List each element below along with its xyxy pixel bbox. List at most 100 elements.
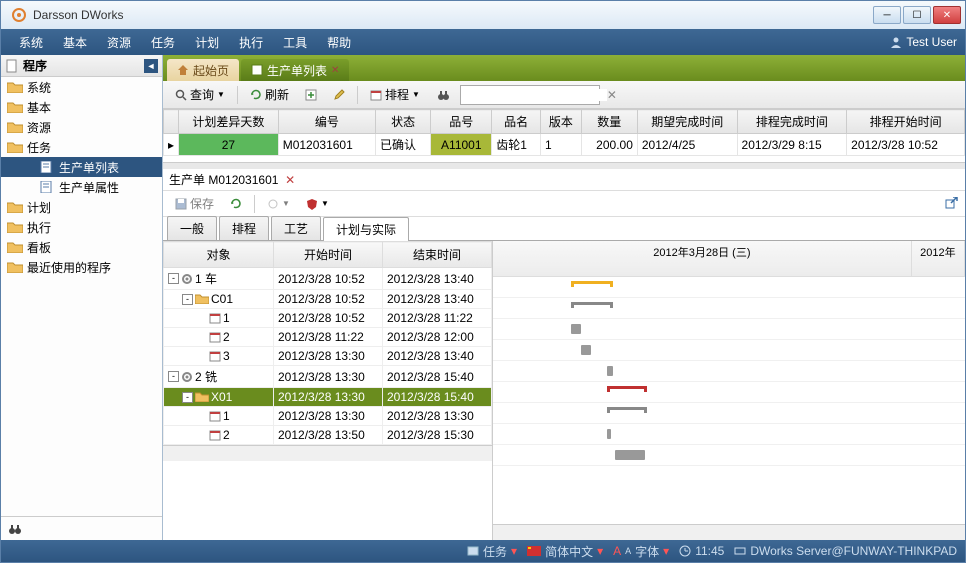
detail-row[interactable]: 22012/3/28 13:502012/3/28 15:30 <box>164 426 492 445</box>
nav-item[interactable]: 系统 <box>1 77 162 97</box>
folder-icon <box>7 101 23 113</box>
status-task[interactable]: 任务 ▾ <box>467 543 517 560</box>
minimize-button[interactable]: ─ <box>873 6 901 24</box>
search-icon <box>175 89 187 101</box>
status-lang[interactable]: 简体中文 ▾ <box>527 543 603 560</box>
detail-row[interactable]: 12012/3/28 10:522012/3/28 11:22 <box>164 309 492 328</box>
filter-button[interactable] <box>430 86 456 104</box>
nav-item[interactable]: 计划 <box>1 197 162 217</box>
clear-icon[interactable]: ✕ <box>607 88 617 102</box>
detail-close-icon[interactable]: ✕ <box>285 173 295 187</box>
tree-toggle[interactable]: - <box>168 273 179 284</box>
gantt-bar[interactable] <box>571 281 613 287</box>
action-dropdown[interactable]: ▼ <box>261 196 296 212</box>
doc-icon <box>5 59 19 73</box>
tree-toggle[interactable]: - <box>168 371 179 382</box>
gantt-row <box>493 403 965 424</box>
gear-icon <box>181 273 193 285</box>
gantt-header: 2012年3月28日 (三) 2012年 <box>493 241 965 277</box>
subtab-schedule[interactable]: 排程 <box>219 216 269 240</box>
tab-home[interactable]: 起始页 <box>167 59 239 81</box>
save-button[interactable]: 保存 <box>169 193 220 214</box>
gantt-bar[interactable] <box>607 386 647 392</box>
gantt-bar[interactable] <box>571 324 581 334</box>
menu-resource[interactable]: 资源 <box>97 30 141 55</box>
tree-toggle[interactable]: - <box>182 392 193 403</box>
detail-row[interactable]: -1 车2012/3/28 10:522012/3/28 13:40 <box>164 268 492 290</box>
detail-row[interactable]: -X012012/3/28 13:302012/3/28 15:40 <box>164 388 492 407</box>
edit-button[interactable] <box>327 87 351 103</box>
gantt-bar[interactable] <box>607 429 611 439</box>
status-font[interactable]: AA 字体 ▾ <box>613 543 669 560</box>
tab-order-list[interactable]: 生产单列表 ✕ <box>241 59 349 81</box>
folder-icon <box>7 241 23 253</box>
search-input[interactable] <box>465 89 607 101</box>
menu-basic[interactable]: 基本 <box>53 30 97 55</box>
grid-row[interactable]: ▸ 27 M012031601 已确认 A11001 齿轮1 1 200.00 … <box>164 134 965 156</box>
user-info[interactable]: Test User <box>890 35 957 49</box>
gantt-body[interactable] <box>493 277 965 524</box>
app-window: Darsson DWorks ─ ☐ ✕ 系统 基本 资源 任务 计划 执行 工… <box>0 0 966 563</box>
new-button[interactable] <box>299 87 323 103</box>
shield-button[interactable]: ▼ <box>300 196 335 212</box>
nav-item[interactable]: 资源 <box>1 117 162 137</box>
h-scrollbar[interactable] <box>163 445 492 461</box>
dropdown-icon: ▼ <box>412 90 420 99</box>
menu-system[interactable]: 系统 <box>9 30 53 55</box>
refresh-button[interactable]: 刷新 <box>244 84 295 105</box>
nav-item[interactable]: 看板 <box>1 237 162 257</box>
collapse-button[interactable]: ◄ <box>144 59 158 73</box>
nav-item[interactable]: 任务 <box>1 137 162 157</box>
binoculars-icon[interactable] <box>7 522 23 536</box>
subtab-general[interactable]: 一般 <box>167 216 217 240</box>
query-button[interactable]: 查询 ▼ <box>169 84 231 105</box>
h-scrollbar[interactable] <box>493 524 965 540</box>
search-field[interactable]: ✕ <box>460 85 600 105</box>
sidebar: 程序 ◄ 系统基本资源任务生产单列表生产单属性计划执行看板最近使用的程序 <box>1 55 163 540</box>
detail-row[interactable]: 22012/3/28 11:222012/3/28 12:00 <box>164 328 492 347</box>
nav-item[interactable]: 执行 <box>1 217 162 237</box>
subtab-plan-actual[interactable]: 计划与实际 <box>323 217 409 241</box>
gantt-bar[interactable] <box>607 366 613 376</box>
tab-close-icon[interactable]: ✕ <box>331 65 339 76</box>
tree-toggle[interactable]: - <box>182 294 193 305</box>
gantt-row <box>493 277 965 298</box>
schedule-button[interactable]: 排程 ▼ <box>364 84 426 105</box>
doc-icon <box>39 161 55 173</box>
main-area: 起始页 生产单列表 ✕ 查询 ▼ <box>163 55 965 540</box>
nav-item[interactable]: 最近使用的程序 <box>1 257 162 277</box>
refresh-detail-button[interactable] <box>224 196 248 212</box>
menu-task[interactable]: 任务 <box>141 30 185 55</box>
sidebar-header: 程序 ◄ <box>1 55 162 77</box>
subtab-process[interactable]: 工艺 <box>271 216 321 240</box>
maximize-button[interactable]: ☐ <box>903 6 931 24</box>
gantt-bar[interactable] <box>571 302 613 308</box>
detail-row[interactable]: -C012012/3/28 10:522012/3/28 13:40 <box>164 290 492 309</box>
menu-tool[interactable]: 工具 <box>273 30 317 55</box>
app-icon <box>11 7 27 23</box>
gear-icon <box>181 371 193 383</box>
detail-row[interactable]: 32012/3/28 13:302012/3/28 13:40 <box>164 347 492 366</box>
nav-item[interactable]: 基本 <box>1 97 162 117</box>
cal-icon <box>209 331 221 343</box>
cal-icon <box>209 350 221 362</box>
doc-icon <box>39 181 55 193</box>
gantt-bar[interactable] <box>607 407 647 413</box>
close-button[interactable]: ✕ <box>933 6 961 24</box>
gantt-bar[interactable] <box>615 450 645 460</box>
tab-active-label: 生产单列表 <box>267 62 327 79</box>
menu-help[interactable]: 帮助 <box>317 30 361 55</box>
folder-icon <box>195 392 209 402</box>
popout-icon[interactable] <box>945 197 959 211</box>
gantt-row <box>493 319 965 340</box>
user-icon <box>890 36 902 48</box>
statusbar: 任务 ▾ 简体中文 ▾ AA 字体 ▾ 11:45 DWorks Server@… <box>1 540 965 562</box>
detail-toolbar: 保存 ▼ ▼ <box>163 191 965 217</box>
nav-item[interactable]: 生产单列表 <box>1 157 162 177</box>
detail-row[interactable]: -2 铣2012/3/28 13:302012/3/28 15:40 <box>164 366 492 388</box>
gantt-bar[interactable] <box>581 345 591 355</box>
menu-plan[interactable]: 计划 <box>185 30 229 55</box>
nav-item[interactable]: 生产单属性 <box>1 177 162 197</box>
detail-row[interactable]: 12012/3/28 13:302012/3/28 13:30 <box>164 407 492 426</box>
menu-execute[interactable]: 执行 <box>229 30 273 55</box>
